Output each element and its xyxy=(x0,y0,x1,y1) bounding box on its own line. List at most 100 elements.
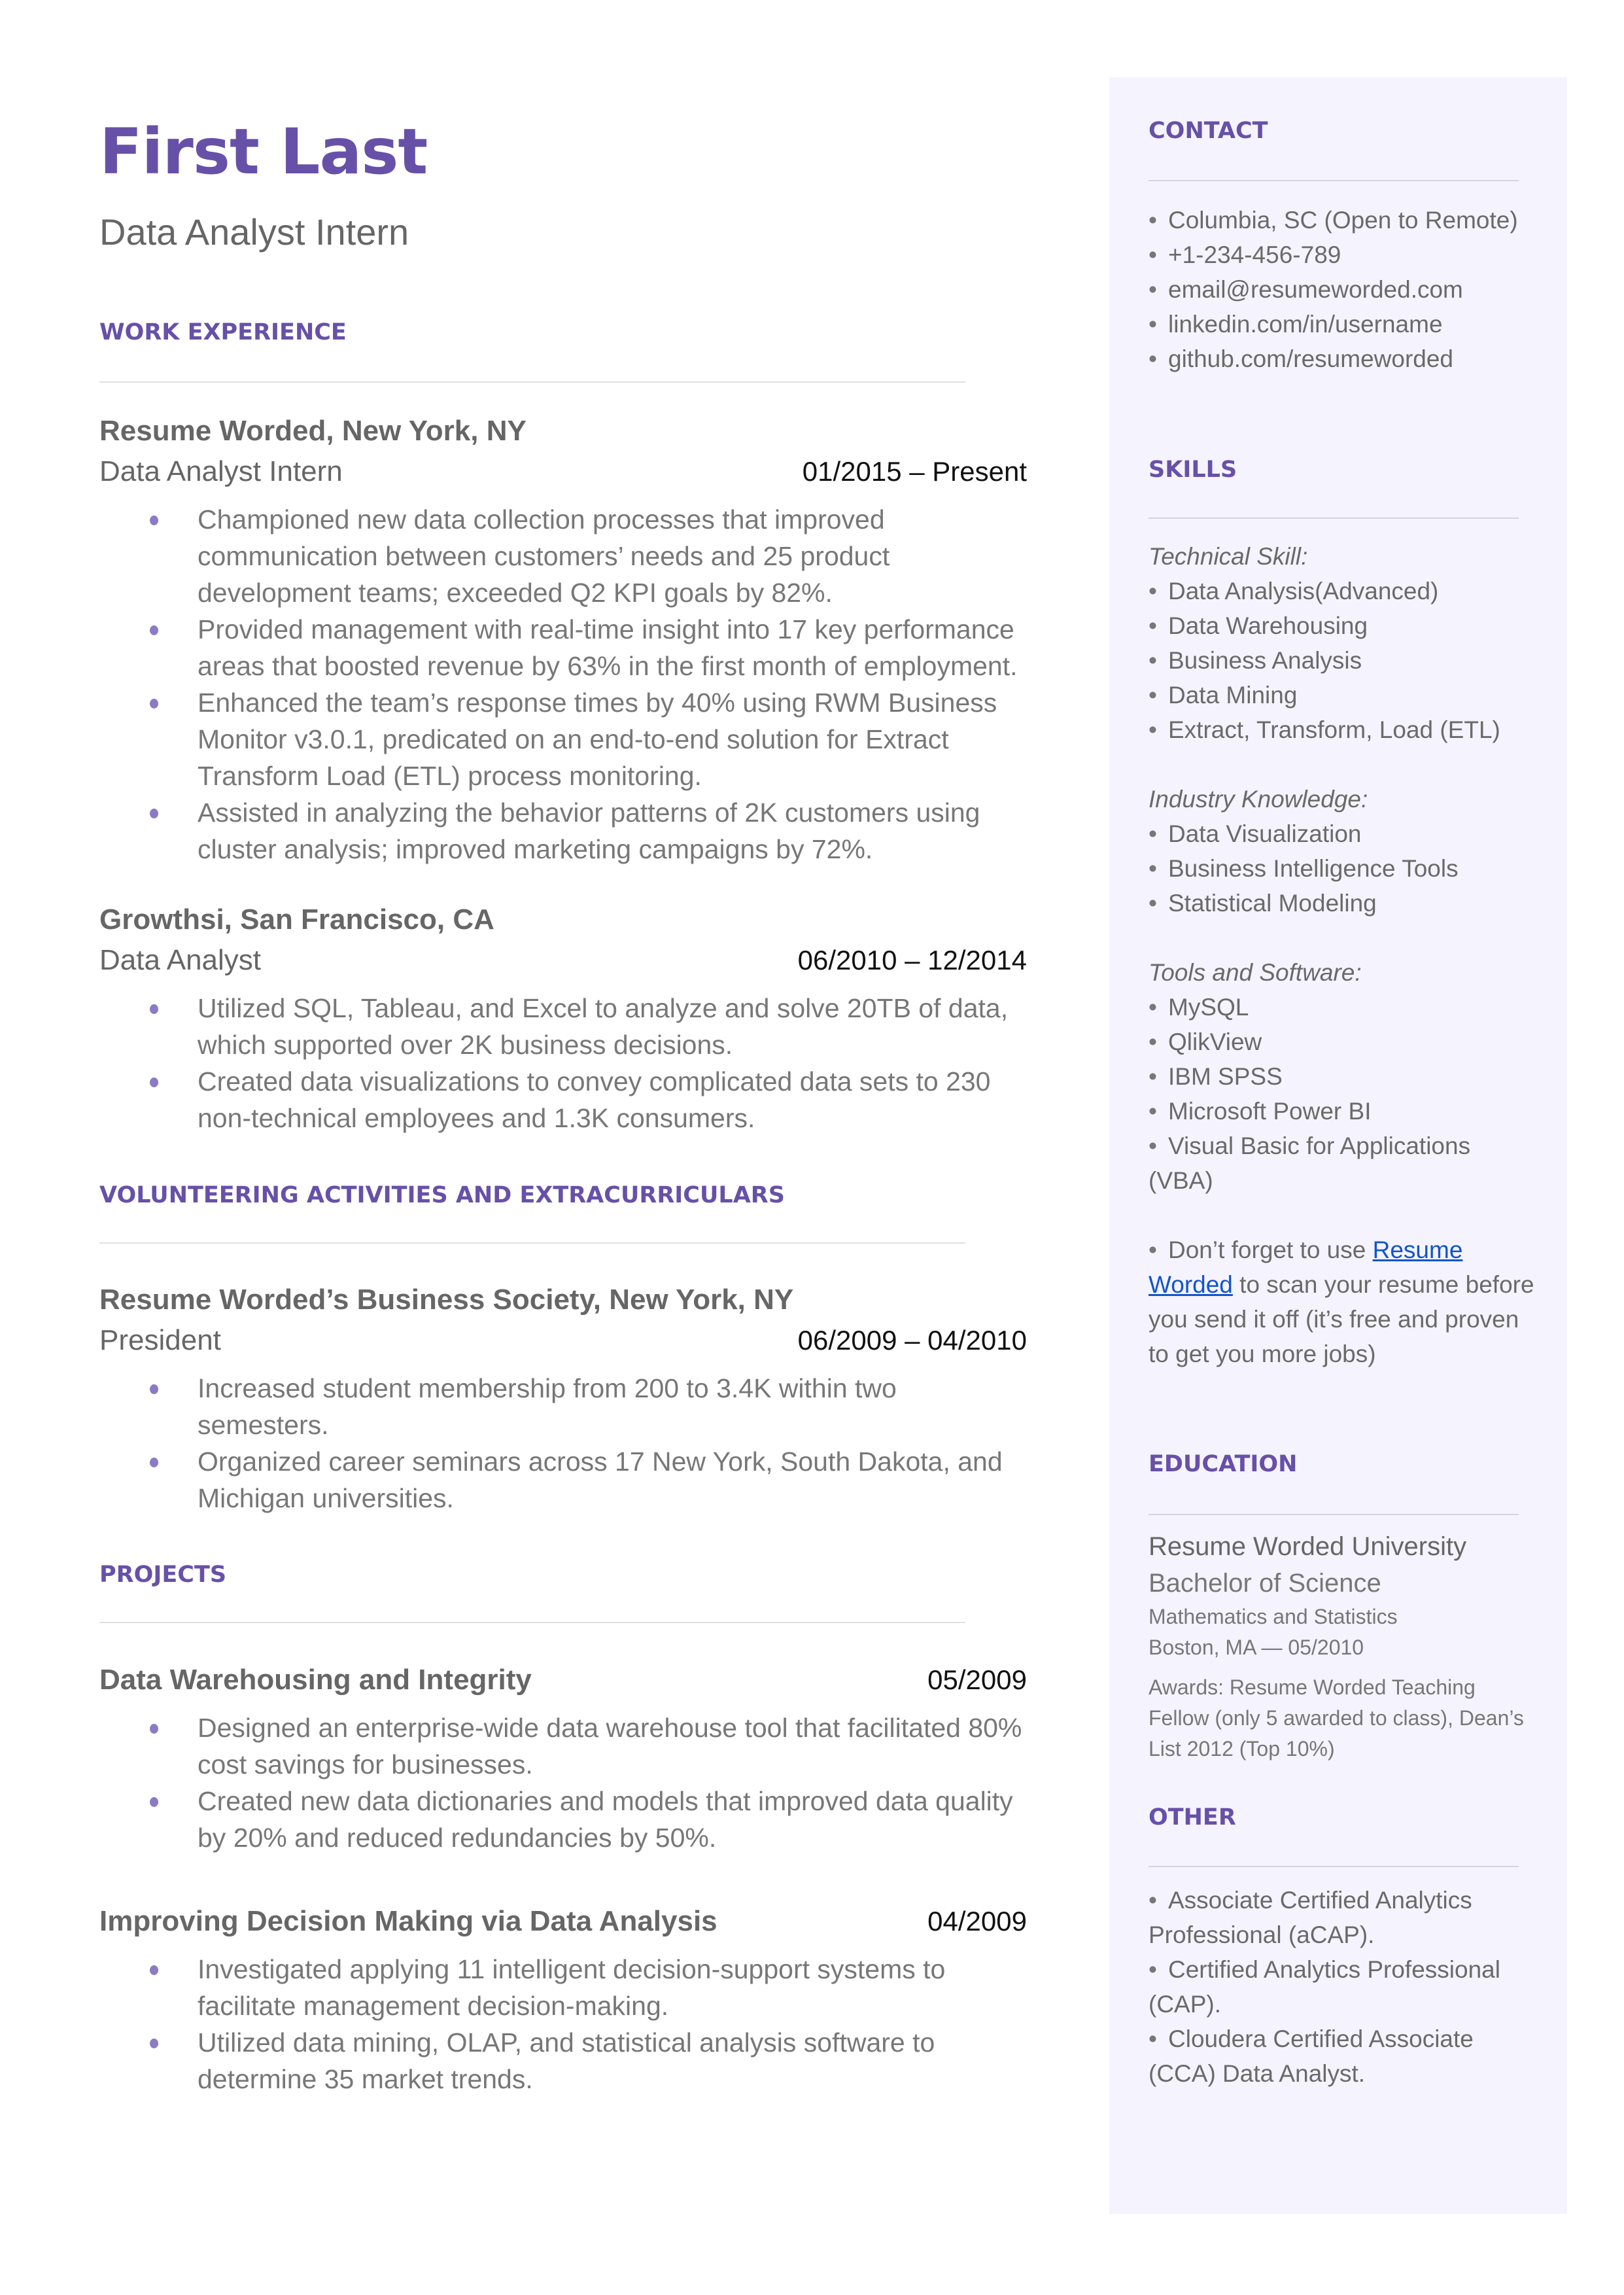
skill-text: QlikView xyxy=(1168,1028,1262,1055)
section-heading-contact: CONTACT xyxy=(1149,118,1268,144)
certification-item: • Associate Certified Analytics Professio… xyxy=(1149,1883,1541,1952)
bullet-text: Investigated applying 11 intelligent dec… xyxy=(198,1954,946,2021)
skill-text: Business Analysis xyxy=(1168,647,1362,674)
bullet-text: Organized career seminars across 17 New … xyxy=(198,1446,1003,1513)
bullet-dot-icon xyxy=(150,2039,158,2048)
bullet-icon: • xyxy=(1149,1132,1157,1159)
section-heading-work-experience: WORK EXPERIENCE xyxy=(99,319,347,345)
bullet-dot-icon xyxy=(150,699,158,709)
bullet-icon: • xyxy=(1149,311,1157,338)
skill-item: • Visual Basic for Applications (VBA) xyxy=(1149,1129,1541,1198)
bullet-item: Utilized SQL, Tableau, and Excel to anal… xyxy=(99,990,1027,1063)
skills-list: Technical Skill: • Data Analysis(Advanced… xyxy=(1149,539,1541,1371)
volunteer-dates: 06/2009 – 04/2010 xyxy=(797,1325,1027,1356)
contact-text: Columbia, SC (Open to Remote) xyxy=(1168,207,1518,234)
project-date: 05/2009 xyxy=(927,1664,1027,1695)
section-divider xyxy=(1149,180,1519,181)
bullet-text: Enhanced the team’s response times by 40… xyxy=(198,688,997,791)
bullet-icon: • xyxy=(1149,890,1157,917)
project-date: 04/2009 xyxy=(927,1906,1027,1936)
bullet-item: Organized career seminars across 17 New … xyxy=(99,1443,1027,1516)
contact-location: • Columbia, SC (Open to Remote) xyxy=(1149,203,1541,237)
skill-text: Microsoft Power BI xyxy=(1168,1098,1372,1125)
bullet-dot-icon xyxy=(150,1797,158,1807)
bullet-icon: • xyxy=(1149,716,1157,743)
contact-github[interactable]: • github.com/resumeworded xyxy=(1149,342,1541,376)
bullet-icon: • xyxy=(1149,820,1157,847)
section-divider xyxy=(1149,1514,1519,1515)
section-divider xyxy=(99,1242,965,1244)
bullet-item: Provided management with real-time insig… xyxy=(99,611,1027,684)
skill-item: • Business Intelligence Tools xyxy=(1149,851,1541,886)
skill-text: Business Intelligence Tools xyxy=(1168,855,1459,882)
skill-item: • Data Visualization xyxy=(1149,816,1541,851)
bullet-item: Championed new data collection processes… xyxy=(99,501,1027,611)
bullet-icon: • xyxy=(1149,207,1157,234)
bullet-icon: • xyxy=(1149,1956,1157,1983)
bullet-item: Created new data dictionaries and models… xyxy=(99,1783,1027,1856)
email-link[interactable]: email@resumeworded.com xyxy=(1168,276,1463,303)
bullet-icon: • xyxy=(1149,2025,1157,2052)
other-list: • Associate Certified Analytics Professio… xyxy=(1149,1883,1541,2091)
bullet-list: Designed an enterprise-wide data warehou… xyxy=(99,1709,1027,1856)
bullet-item: Utilized data mining, OLAP, and statisti… xyxy=(99,2024,1027,2097)
candidate-name: First Last xyxy=(99,115,428,188)
skill-item: • Microsoft Power BI xyxy=(1149,1094,1541,1129)
bullet-list: Championed new data collection processes… xyxy=(99,501,1027,867)
tip-text: Don’t forget to use xyxy=(1168,1236,1373,1263)
education-school: Resume Worded University xyxy=(1149,1532,1467,1561)
contact-linkedin[interactable]: • linkedin.com/in/username xyxy=(1149,307,1541,342)
bullet-icon: • xyxy=(1149,612,1157,639)
work-org: Resume Worded, New York, NY xyxy=(99,415,527,447)
bullet-text: Created new data dictionaries and models… xyxy=(198,1786,1013,1853)
education-degree: Bachelor of Science xyxy=(1149,1569,1381,1598)
skill-text: Extract, Transform, Load (ETL) xyxy=(1168,716,1500,743)
education-awards: Awards: Resume Worded Teaching Fellow (o… xyxy=(1149,1675,1524,1761)
certification-text: Cloudera Certified Associate (CCA) Data … xyxy=(1149,2025,1474,2087)
volunteer-org: Resume Worded’s Business Society, New Yo… xyxy=(99,1284,794,1316)
bullet-list: Investigated applying 11 intelligent dec… xyxy=(99,1951,1027,2097)
skill-text: Data Analysis(Advanced) xyxy=(1168,578,1439,604)
bullet-text: Assisted in analyzing the behavior patte… xyxy=(198,797,980,864)
certification-text: Certified Analytics Professional (CAP). xyxy=(1149,1956,1500,2018)
education-block: Resume Worded University Bachelor of Sci… xyxy=(1149,1528,1541,1764)
skill-text: Data Mining xyxy=(1168,682,1298,709)
bullet-dot-icon xyxy=(150,625,158,635)
project-entry: Data Warehousing and Integrity 05/2009 D… xyxy=(99,1660,1027,1856)
bullet-item: Assisted in analyzing the behavior patte… xyxy=(99,794,1027,867)
bullet-dot-icon xyxy=(150,1724,158,1734)
work-entry: Resume Worded, New York, NY Data Analyst… xyxy=(99,411,1027,867)
bullet-item: Increased student membership from 200 to… xyxy=(99,1370,1027,1443)
github-link[interactable]: github.com/resumeworded xyxy=(1168,345,1453,372)
bullet-text: Designed an enterprise-wide data warehou… xyxy=(198,1713,1022,1779)
bullet-icon: • xyxy=(1149,276,1157,303)
work-position: Data Analyst Intern xyxy=(99,455,343,487)
project-entry: Improving Decision Making via Data Analy… xyxy=(99,1901,1027,2097)
bullet-list: Utilized SQL, Tableau, and Excel to anal… xyxy=(99,990,1027,1136)
bullet-icon: • xyxy=(1149,241,1157,268)
contact-text: +1-234-456-789 xyxy=(1168,241,1341,268)
linkedin-link[interactable]: linkedin.com/in/username xyxy=(1168,311,1443,338)
contact-list: • Columbia, SC (Open to Remote) • +1-234-4… xyxy=(1149,203,1541,376)
contact-email[interactable]: • email@resumeworded.com xyxy=(1149,272,1541,307)
skill-category-label: Tools and Software: xyxy=(1149,959,1362,986)
bullet-icon: • xyxy=(1149,682,1157,709)
bullet-item: Designed an enterprise-wide data warehou… xyxy=(99,1709,1027,1783)
contact-phone: • +1-234-456-789 xyxy=(1149,237,1541,272)
skill-item: • Business Analysis xyxy=(1149,643,1541,678)
work-position: Data Analyst xyxy=(99,944,262,976)
bullet-text: Championed new data collection processes… xyxy=(198,504,890,608)
skill-text: Data Warehousing xyxy=(1168,612,1368,639)
section-heading-education: EDUCATION xyxy=(1149,1451,1298,1477)
section-heading-projects: PROJECTS xyxy=(99,1562,227,1588)
section-divider xyxy=(99,381,965,383)
bullet-icon: • xyxy=(1149,1063,1157,1090)
candidate-title: Data Analyst Intern xyxy=(99,211,409,253)
skill-item: • Data Mining xyxy=(1149,678,1541,712)
bullet-icon: • xyxy=(1149,345,1157,372)
skill-text: Data Visualization xyxy=(1168,820,1362,847)
bullet-dot-icon xyxy=(150,1384,158,1394)
work-dates: 06/2010 – 12/2014 xyxy=(797,945,1027,975)
bullet-dot-icon xyxy=(150,516,158,525)
skill-item: • IBM SPSS xyxy=(1149,1059,1541,1094)
